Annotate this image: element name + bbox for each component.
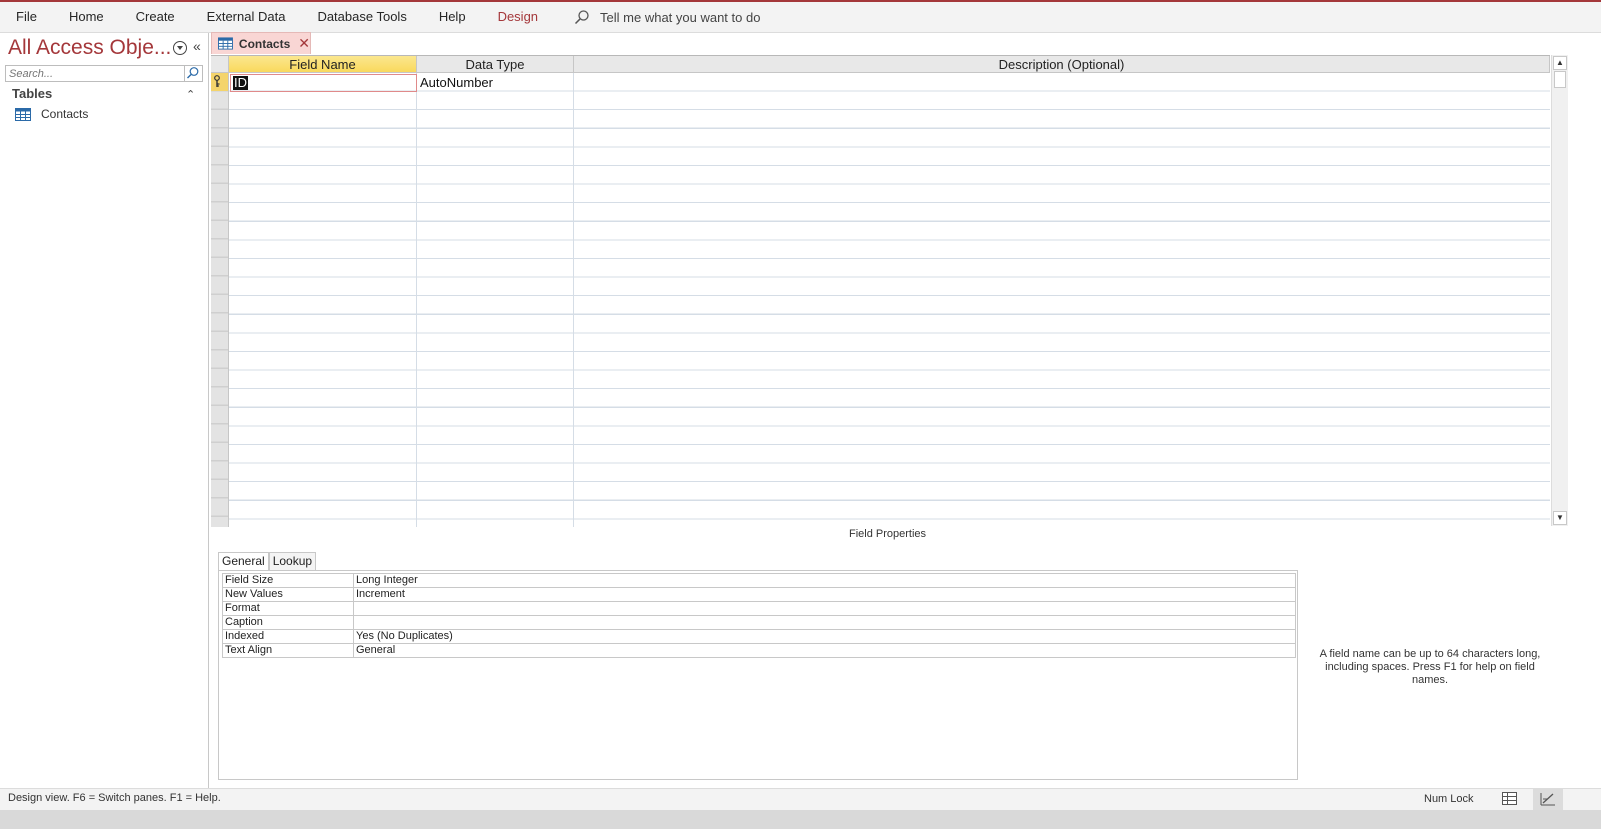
nav-item-label: Contacts: [41, 107, 89, 121]
tab-design[interactable]: Design: [482, 2, 554, 32]
data-type-value[interactable]: AutoNumber: [420, 75, 493, 90]
table-icon: [218, 37, 233, 50]
property-value[interactable]: General: [353, 643, 1296, 658]
scroll-down-icon[interactable]: ▼: [1553, 511, 1567, 525]
header-description[interactable]: Description (Optional): [574, 56, 1550, 73]
table-icon: [15, 107, 31, 121]
datasheet-view-icon[interactable]: [1502, 792, 1518, 806]
column-divider: [416, 73, 417, 527]
navigation-pane: All Access Obje... « Tables ⌃ Contacts: [0, 33, 209, 805]
header-data-type[interactable]: Data Type: [417, 56, 574, 73]
property-label: New Values: [222, 587, 354, 602]
property-value[interactable]: Increment: [353, 587, 1296, 602]
tab-home[interactable]: Home: [53, 2, 120, 32]
field-help-text: A field name can be up to 64 characters …: [1319, 648, 1541, 686]
property-label: Text Align: [222, 643, 354, 658]
nav-item-contacts[interactable]: Contacts: [15, 107, 88, 121]
nav-collapse-icon[interactable]: «: [193, 38, 201, 54]
search-icon: [575, 10, 589, 25]
field-properties-title: Field Properties: [849, 528, 927, 540]
nav-search-input[interactable]: [6, 67, 182, 81]
tab-external-data[interactable]: External Data: [191, 2, 302, 32]
field-properties-table: Field Size Long Integer New Values Increme…: [222, 573, 1296, 658]
select-all-corner[interactable]: [211, 56, 229, 73]
property-value[interactable]: [353, 615, 1296, 630]
nav-group-tables[interactable]: Tables: [12, 86, 52, 101]
tab-help[interactable]: Help: [423, 2, 482, 32]
table-design-grid: Field Name Data Type Description (Option…: [211, 55, 1550, 527]
document-tab-label: Contacts: [238, 36, 291, 51]
chevron-up-icon[interactable]: ⌃: [186, 88, 195, 101]
design-view-icon: [1540, 793, 1555, 806]
property-value[interactable]: Yes (No Duplicates): [353, 629, 1296, 644]
status-bar: Design view. F6 = Switch panes. F1 = Hel…: [0, 788, 1601, 810]
property-row[interactable]: New Values Increment: [222, 587, 1296, 602]
property-label: Indexed: [222, 629, 354, 644]
tab-file[interactable]: File: [0, 2, 53, 32]
close-icon[interactable]: ✕: [298, 35, 310, 52]
nav-pane-title[interactable]: All Access Obje...: [8, 36, 171, 60]
scroll-up-icon[interactable]: ▲: [1553, 56, 1567, 70]
header-field-name[interactable]: Field Name: [229, 56, 417, 73]
scroll-thumb[interactable]: [1554, 71, 1566, 88]
property-label: Field Size: [222, 573, 354, 588]
primary-key-icon: [214, 75, 220, 87]
property-row[interactable]: Indexed Yes (No Duplicates): [222, 629, 1296, 644]
taskbar-strip: [0, 810, 1601, 829]
current-row-selector[interactable]: [211, 73, 228, 91]
field-name-value[interactable]: ID: [233, 76, 248, 90]
tell-me-box[interactable]: Tell me what you want to do: [574, 9, 760, 25]
status-message: Design view. F6 = Switch panes. F1 = Hel…: [8, 792, 221, 804]
tell-me-text: Tell me what you want to do: [600, 9, 761, 25]
field-name-cell-active[interactable]: [230, 74, 417, 92]
nav-menu-dropdown-icon[interactable]: [173, 41, 187, 55]
property-row[interactable]: Field Size Long Integer: [222, 573, 1296, 588]
property-value[interactable]: Long Integer: [353, 573, 1296, 588]
property-value[interactable]: [353, 601, 1296, 616]
grid-rows[interactable]: [229, 73, 1550, 527]
property-row[interactable]: Format: [222, 601, 1296, 616]
field-properties-panel: Field Size Long Integer New Values Increme…: [218, 570, 1298, 780]
tab-general[interactable]: General: [218, 552, 269, 570]
search-icon[interactable]: [184, 66, 201, 81]
property-label: Format: [222, 601, 354, 616]
property-row[interactable]: Caption: [222, 615, 1296, 630]
document-tab-contacts[interactable]: Contacts ✕: [211, 32, 311, 54]
column-divider: [573, 73, 574, 527]
ribbon-tabs: File Home Create External Data Database …: [0, 2, 1601, 33]
tab-lookup[interactable]: Lookup: [268, 552, 317, 570]
tab-database-tools[interactable]: Database Tools: [301, 2, 422, 32]
property-row[interactable]: Text Align General: [222, 643, 1296, 658]
property-label: Caption: [222, 615, 354, 630]
tab-create[interactable]: Create: [120, 2, 191, 32]
row-selector-column[interactable]: [211, 73, 229, 527]
field-properties-tabs: General Lookup: [218, 552, 317, 570]
grid-vertical-scrollbar[interactable]: ▲ ▼: [1551, 55, 1568, 526]
nav-search-box: [5, 65, 203, 82]
num-lock-indicator: Num Lock: [1424, 793, 1474, 805]
design-view-button[interactable]: [1533, 789, 1563, 810]
